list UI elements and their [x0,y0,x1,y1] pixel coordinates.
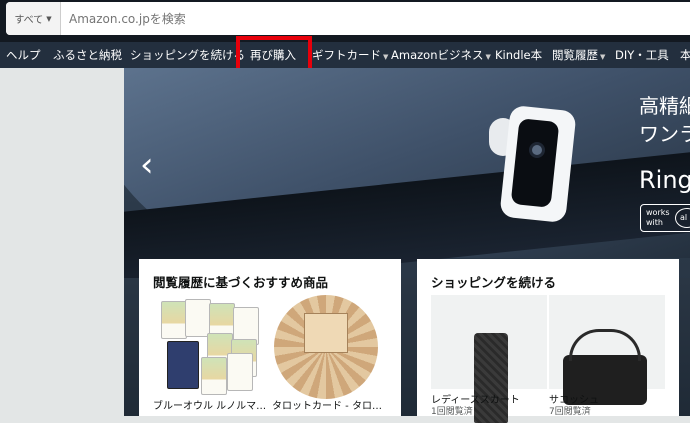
nav-bar: ヘルプ ふるさと納税 ショッピングを続ける 再び購入 ギフトカード ▼ Amazo… [0,42,690,68]
nav-item-label: ヘルプ [6,48,41,62]
nav-item-continue-shopping[interactable]: ショッピングを続ける [130,42,245,68]
nav-item-browsing-history[interactable]: 閲覧履歴 ▼ [552,42,605,68]
history-recommendations-card: 閲覧履歴に基づくおすすめ商品 ブルーオウル ルノルマ… タロットカード - タロ… [139,259,401,416]
security-camera-image [489,98,577,228]
nav-item-label: Amazonビジネス [391,48,484,62]
hero-brand: Ring [639,166,690,194]
nav-item-gift-card[interactable]: ギフトカード ▼ [312,42,388,68]
nav-item-label: ギフトカード [312,48,381,62]
search-category-label: すべて [14,15,44,26]
product-tile[interactable]: タロットカード - タロ… [139,259,401,416]
search-input[interactable] [61,2,690,35]
chevron-down-icon: ▼ [46,14,52,23]
nav-item-label: ふるさと納税 [53,48,122,62]
nav-item-label: 本 [680,48,690,62]
nav-item-label: DIY・工具 [615,48,669,62]
search-box: すべて ▼ [6,2,690,35]
hero-headline-line2: ワンラ [639,122,690,146]
top-bar: すべて ▼ [0,0,690,42]
left-margin [0,68,124,416]
nav-item-label: ショッピングを続ける [130,48,245,62]
chevron-down-icon: ▼ [485,53,491,61]
hero-headline: 高精細 ワンラ [639,92,690,148]
product-view-count: 1回閲覧済 [431,407,473,417]
product-tile[interactable]: サコッシュ 7回閲覧済 [549,295,665,417]
chevron-left-icon[interactable]: ‹ [140,148,154,182]
continue-shopping-card: ショッピングを続ける レディーススカート 1回閲覧済 サコッシュ 7回閲覧済 [417,259,679,423]
tarot-box [304,313,348,353]
nav-item-furusato[interactable]: ふるさと納税 [53,42,122,68]
product-image-tarot-wheel [274,295,378,399]
nav-item-diy-tools[interactable]: DIY・工具 [615,42,669,68]
nav-item-help[interactable]: ヘルプ [6,42,41,68]
product-caption[interactable]: タロットカード - タロ… [272,397,382,412]
product-tile[interactable]: レディーススカート 1回閲覧済 [431,295,547,423]
search-category-dropdown[interactable]: すべて ▼ [6,2,61,35]
works-with-alexa-badge: works with al [640,204,690,232]
card-title: ショッピングを続ける [431,275,557,290]
nav-item-label: 閲覧履歴 [552,48,598,62]
camera-lens [529,142,545,158]
nav-item-kindle[interactable]: Kindle本 [495,42,542,68]
chevron-down-icon: ▼ [600,53,606,61]
hero-headline-line1: 高精細 [639,94,690,118]
product-view-count: 7回閲覧済 [549,407,591,417]
nav-item-label: Kindle本 [495,48,543,62]
chevron-down-icon: ▼ [383,53,389,61]
nav-item-amazon-business[interactable]: Amazonビジネス ▼ [391,42,491,68]
product-image-skirt [474,333,508,423]
nav-item-books[interactable]: 本 [680,42,690,68]
